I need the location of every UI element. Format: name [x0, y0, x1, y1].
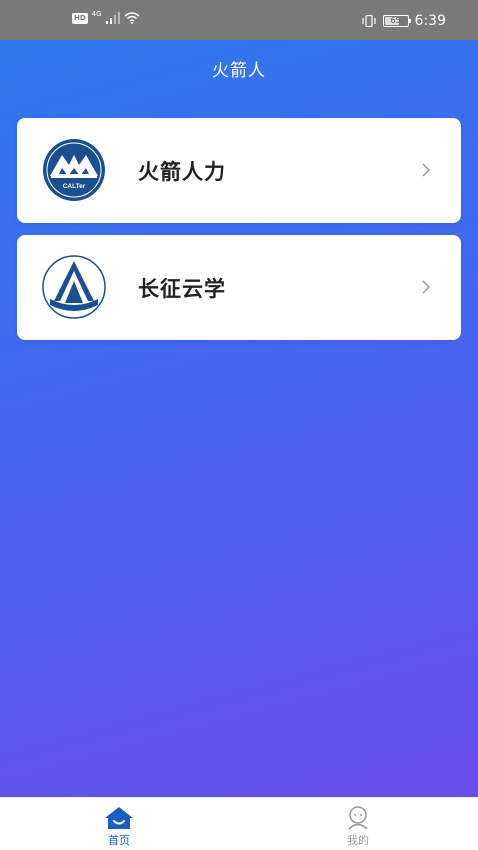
status-time: 6:39 — [414, 13, 446, 29]
caltech-logo-icon: CALTer — [43, 139, 105, 201]
vibrate-icon — [361, 15, 376, 27]
tab-mine[interactable]: 我的 — [328, 806, 388, 848]
tab-mine-label: 我的 — [347, 834, 369, 847]
tab-home[interactable]: 首页 — [89, 806, 149, 848]
chevron-right-icon — [422, 163, 431, 177]
card-changzheng-cloud[interactable]: 长征云学 — [17, 235, 461, 340]
status-bar: HD 4G 65 6:39 — [0, 0, 478, 40]
logo-text: CALTer — [63, 183, 86, 190]
battery-icon: 65 — [382, 15, 411, 27]
signal-icon — [105, 12, 120, 24]
main-content: 火箭人 CALTer 火箭人力 长征云学 — [0, 40, 478, 797]
chevron-right-icon — [422, 280, 431, 294]
battery-percent: 65 — [390, 16, 401, 25]
card-rocket-hr[interactable]: CALTer 火箭人力 — [17, 118, 461, 223]
network-type: 4G — [91, 10, 102, 18]
card-label: 火箭人力 — [138, 160, 226, 184]
wifi-icon — [124, 12, 140, 24]
home-icon — [105, 807, 133, 829]
status-right-group: 65 6:39 — [361, 13, 446, 29]
hd-badge: HD — [72, 12, 88, 24]
status-left-group: HD 4G — [72, 10, 140, 24]
page-title: 火箭人 — [212, 61, 266, 81]
bottom-tab-bar: 首页 我的 — [0, 797, 478, 850]
user-icon — [348, 806, 368, 830]
tab-home-label: 首页 — [108, 834, 130, 847]
changzheng-logo-icon — [42, 255, 106, 319]
app-screen: HD 4G 65 6:39 火箭人 CALTer 火箭人力 长征云学 首页 我的 — [0, 0, 478, 850]
card-label: 长征云学 — [138, 277, 226, 301]
